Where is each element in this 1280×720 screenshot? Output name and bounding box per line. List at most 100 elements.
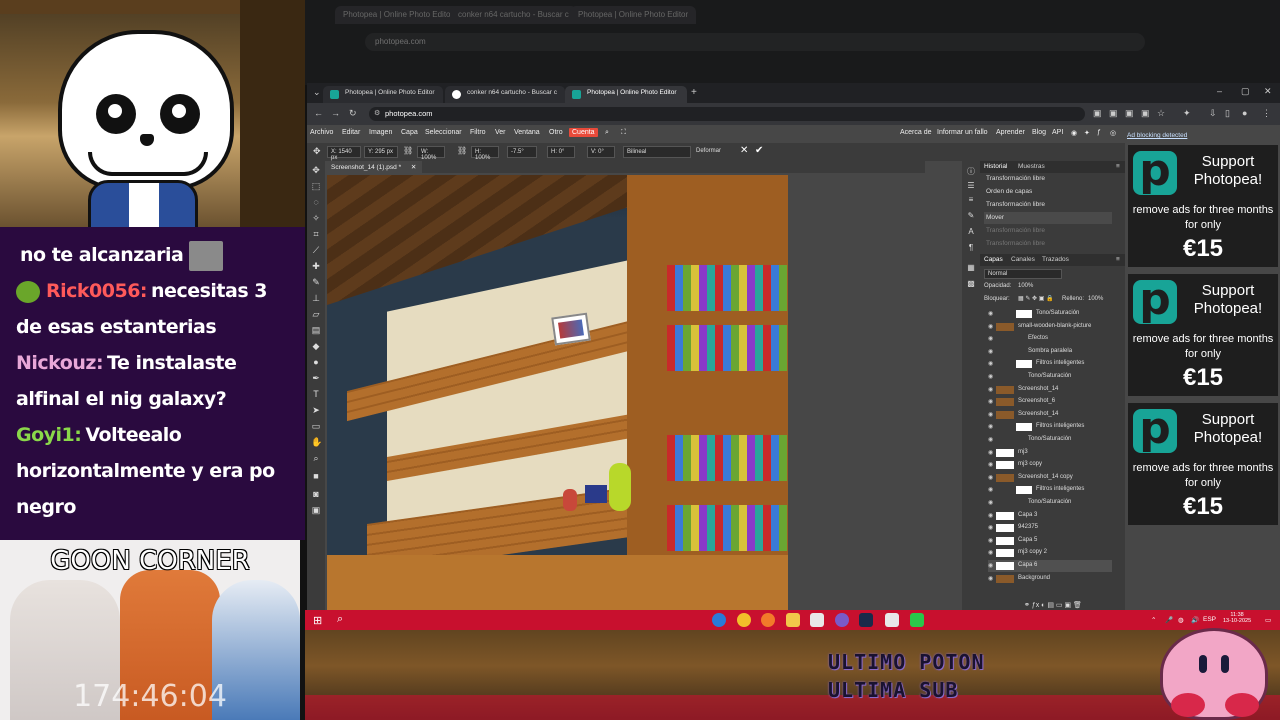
interpolation-select[interactable]: Bilineal: [623, 146, 691, 158]
clock[interactable]: 11:38 13-10-2025: [1223, 612, 1251, 624]
menu-otro[interactable]: Otro: [549, 129, 563, 136]
character-icon[interactable]: A: [966, 227, 976, 237]
layer-row[interactable]: ◉ Capa 5: [988, 535, 1112, 547]
link-learn[interactable]: Aprender: [996, 129, 1025, 136]
edge-app-icon[interactable]: [712, 613, 726, 627]
panel-menu-icon[interactable]: ≡: [1116, 256, 1120, 263]
layer-row[interactable]: ◉ Screenshot_14 copy: [988, 472, 1112, 484]
zoom-tool-icon[interactable]: ⌕: [311, 453, 321, 463]
ad-blocking-link[interactable]: Ad blocking detected: [1127, 132, 1187, 139]
layer-row[interactable]: ◉ Capa 3: [988, 510, 1112, 522]
width-field[interactable]: W: 100%: [417, 146, 445, 161]
link-report-bug[interactable]: Informar un fallo: [937, 129, 988, 136]
dodge-tool-icon[interactable]: ●: [311, 357, 321, 367]
download-icon[interactable]: ⇩: [1209, 108, 1217, 119]
discord-icon[interactable]: ◎: [1110, 129, 1116, 137]
opacity-value[interactable]: 100%: [1018, 283, 1033, 289]
tray-chevron-icon[interactable]: ⌃: [1151, 616, 1156, 624]
browser-tab[interactable]: conker n64 cartucho - Buscar c: [445, 86, 565, 103]
visibility-eye-icon[interactable]: ◉: [988, 373, 993, 380]
brush-tool-icon[interactable]: ✎: [311, 277, 321, 287]
steam-app-icon[interactable]: [859, 613, 873, 627]
visibility-eye-icon[interactable]: ◉: [988, 348, 993, 355]
ad-banner[interactable]: Support Photopea! remove ads for three m…: [1128, 145, 1278, 267]
app-icon[interactable]: [910, 613, 924, 627]
transform-selection[interactable]: [551, 312, 591, 346]
search-icon[interactable]: ⌕: [605, 129, 609, 137]
cancel-transform-icon[interactable]: ✕: [740, 145, 748, 156]
explorer-app-icon[interactable]: [786, 613, 800, 627]
ad-banner[interactable]: Support Photopea! remove ads for three m…: [1128, 274, 1278, 396]
link-about[interactable]: Acerca de: [900, 129, 932, 136]
back-icon[interactable]: ←: [314, 108, 323, 118]
visibility-eye-icon[interactable]: ◉: [988, 449, 993, 456]
type-tool-icon[interactable]: T: [311, 389, 321, 399]
close-icon[interactable]: ✕: [1264, 86, 1272, 97]
fill-value[interactable]: 100%: [1088, 296, 1103, 302]
visibility-eye-icon[interactable]: ◉: [988, 562, 993, 569]
x-position-field[interactable]: X: 1540 px: [327, 146, 361, 161]
menu-imagen[interactable]: Imagen: [369, 129, 392, 136]
visibility-eye-icon[interactable]: ◉: [988, 335, 993, 342]
minimize-icon[interactable]: –: [1217, 86, 1222, 96]
menu-capa[interactable]: Capa: [401, 129, 418, 136]
layer-row[interactable]: ◉ mj3: [988, 447, 1112, 459]
visibility-eye-icon[interactable]: ◉: [988, 398, 993, 405]
forward-icon[interactable]: →: [331, 108, 340, 118]
lasso-tool-icon[interactable]: ◌: [311, 197, 321, 207]
reddit-icon[interactable]: ◉: [1071, 129, 1077, 137]
fullscreen-icon[interactable]: ⛶: [621, 129, 626, 137]
volume-icon[interactable]: 🔊: [1191, 616, 1199, 624]
height-field[interactable]: H: 100%: [471, 146, 499, 161]
link-blog[interactable]: Blog: [1032, 129, 1046, 136]
ad-banner[interactable]: Support Photopea! remove ads for three m…: [1128, 403, 1278, 525]
magic-wand-tool-icon[interactable]: ✧: [311, 213, 321, 223]
link-api[interactable]: API: [1052, 129, 1063, 136]
layer-row[interactable]: ◉ Efectos: [988, 333, 1112, 345]
list-icon[interactable]: ☰: [966, 181, 976, 191]
firefox-app-icon[interactable]: [761, 613, 775, 627]
discord-app-icon[interactable]: [835, 613, 849, 627]
layer-row[interactable]: ◉ Filtros inteligentes: [988, 484, 1112, 496]
layer-row[interactable]: ◉ Sombra paralela: [988, 346, 1112, 358]
reload-icon[interactable]: ↻: [349, 108, 357, 119]
layer-row[interactable]: ◉ Tono/Saturación: [988, 308, 1112, 320]
tab-canales[interactable]: Canales: [1011, 256, 1035, 263]
image-panel-icon[interactable]: ▩: [966, 279, 976, 289]
path-select-tool-icon[interactable]: ➤: [311, 405, 321, 415]
move-tool-icon[interactable]: ✥: [311, 165, 321, 175]
tab-search-icon[interactable]: ⌄: [313, 87, 321, 98]
layer-row[interactable]: ◉ Filtros inteligentes: [988, 358, 1112, 370]
blend-mode-select[interactable]: Normal: [984, 269, 1062, 279]
y-position-field[interactable]: Y: 295 px: [364, 146, 398, 158]
canvas-image[interactable]: [327, 175, 788, 610]
menu-editar[interactable]: Editar: [342, 129, 360, 136]
link-icon[interactable]: ⛓: [457, 146, 467, 155]
start-icon[interactable]: ⊞: [313, 614, 322, 627]
tab-capas[interactable]: Capas: [984, 256, 1003, 263]
history-item[interactable]: Transformación libre: [984, 199, 1112, 211]
layer-row[interactable]: ◉ Screenshot_6: [988, 396, 1112, 408]
css-icon[interactable]: ▦: [966, 263, 976, 273]
history-item[interactable]: Orden de capas: [984, 186, 1112, 198]
menu-archivo[interactable]: Archivo: [310, 129, 333, 136]
maximize-icon[interactable]: ▢: [1241, 86, 1250, 97]
adjust-icon[interactable]: ≡: [966, 195, 976, 205]
color-swatch-icon[interactable]: ■: [311, 471, 321, 481]
layer-row[interactable]: ◉ Tono/Saturación: [988, 434, 1112, 446]
lock-icons[interactable]: ▦ ✎ ✥ ▣ 🔒: [1018, 295, 1054, 302]
app-icon[interactable]: [810, 613, 824, 627]
marquee-tool-icon[interactable]: ⬚: [311, 181, 321, 191]
layer-row[interactable]: ◉ Tono/Saturación: [988, 497, 1112, 509]
twitter-icon[interactable]: ✦: [1084, 129, 1090, 137]
visibility-eye-icon[interactable]: ◉: [988, 461, 993, 468]
menu-ventana[interactable]: Ventana: [514, 129, 540, 136]
close-document-icon[interactable]: ✕: [411, 164, 416, 171]
crop-tool-icon[interactable]: ⌗: [311, 229, 321, 239]
visibility-eye-icon[interactable]: ◉: [988, 512, 993, 519]
layer-row[interactable]: ◉ Capa 6: [988, 560, 1112, 572]
hand-tool-icon[interactable]: ✋: [311, 437, 322, 447]
visibility-eye-icon[interactable]: ◉: [988, 575, 993, 582]
pen-tool-icon[interactable]: ✒: [311, 373, 321, 383]
info-icon[interactable]: ⓘ: [966, 167, 976, 177]
